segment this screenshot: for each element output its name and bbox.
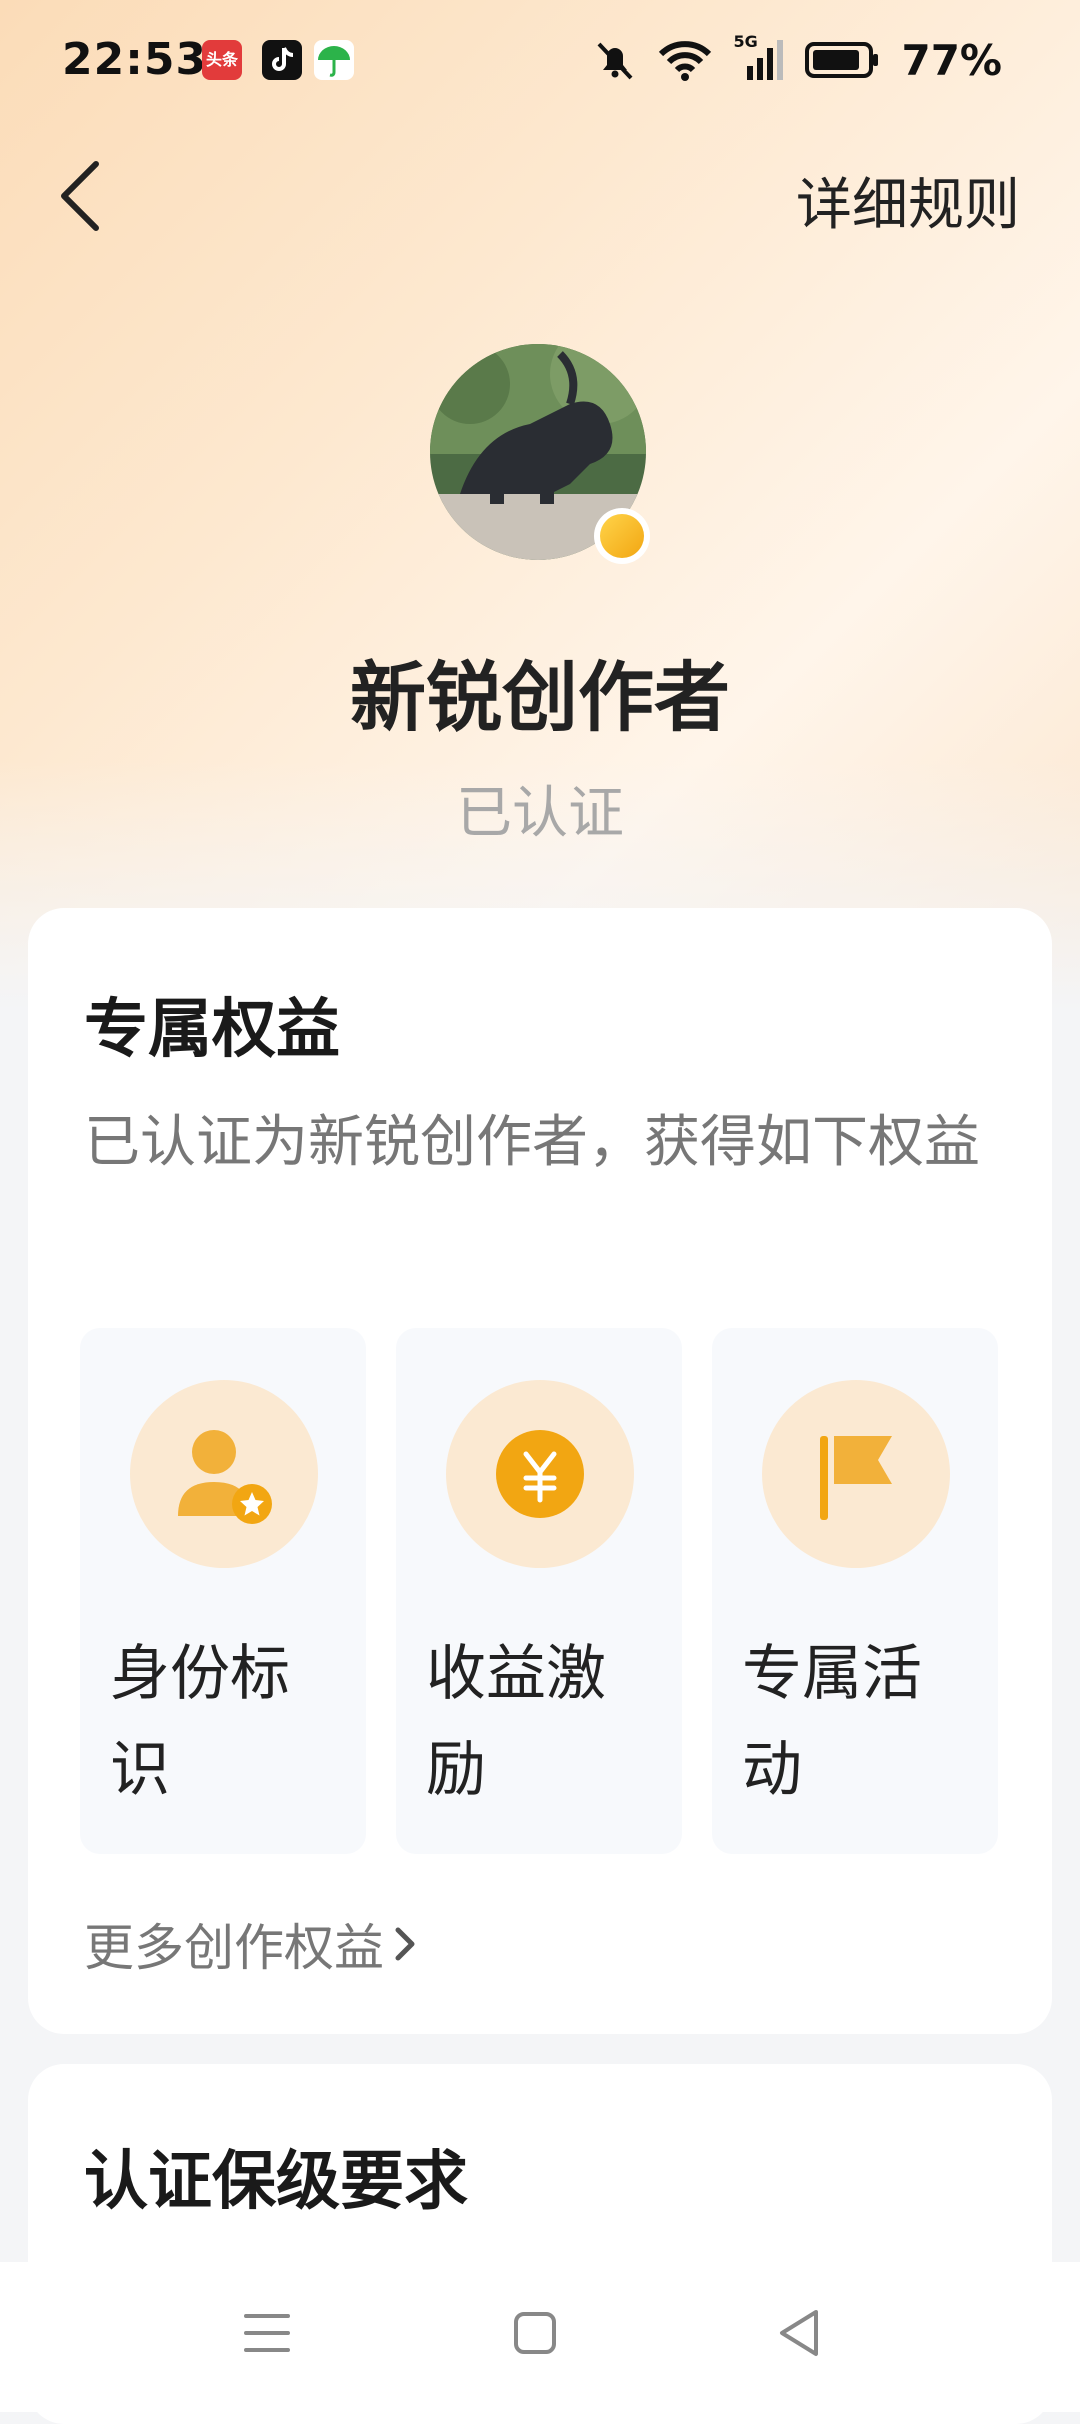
battery-icon [805, 42, 879, 78]
requirements-title: 认证保级要求 [84, 2145, 468, 2219]
status-time: 22:53 [62, 34, 208, 85]
home-icon[interactable] [512, 2310, 558, 2356]
status-bar: 22:53 头条 5G 77% [0, 0, 1080, 120]
benefit-label: 收益激励 [426, 1639, 606, 1805]
benefit-label: 专属活动 [742, 1639, 922, 1805]
flag-icon [762, 1380, 950, 1568]
benefit-item-events[interactable]: 专属活动 [712, 1328, 998, 1854]
battery-percent: 77% [901, 35, 1002, 85]
more-benefits-link[interactable]: 更多创作权益 [84, 1908, 420, 1980]
benefits-card: 专属权益 已认证为新锐创作者，获得如下权益 身份标识 收益激励 专属活动 更多创… [28, 908, 1052, 2034]
menu-icon[interactable] [244, 2310, 290, 2356]
benefit-item-income[interactable]: 收益激励 [396, 1328, 682, 1854]
chevron-left-icon [61, 161, 99, 231]
yen-coin-icon [446, 1380, 634, 1568]
creator-badge-icon [594, 508, 650, 564]
verification-status: 已认证 [456, 781, 624, 846]
creator-level-title: 新锐创作者 [350, 653, 730, 742]
benefit-label: 身份标识 [110, 1639, 290, 1805]
benefit-item-identity[interactable]: 身份标识 [80, 1328, 366, 1854]
benefits-description: 已认证为新锐创作者，获得如下权益 [84, 1110, 980, 1175]
detailed-rules-link[interactable]: 详细规则 [796, 160, 1020, 241]
tiktok-icon [262, 40, 302, 80]
status-icons: 5G 77% [593, 32, 1002, 85]
back-nav-icon[interactable] [776, 2308, 822, 2358]
user-star-icon [130, 1380, 318, 1568]
mute-bell-icon [598, 42, 633, 80]
toutiao-label: 头条 [205, 50, 238, 69]
benefits-title: 专属权益 [84, 993, 340, 1067]
toutiao-icon: 头条 [202, 40, 242, 80]
more-benefits-label: 更多创作权益 [84, 1919, 384, 1977]
system-nav-bar [0, 2262, 1080, 2412]
umbrella-icon [314, 40, 354, 80]
wifi-icon [659, 41, 712, 81]
signal-icon: 5G [733, 32, 785, 84]
chevron-right-icon [395, 1927, 415, 1961]
back-button[interactable] [56, 160, 106, 232]
